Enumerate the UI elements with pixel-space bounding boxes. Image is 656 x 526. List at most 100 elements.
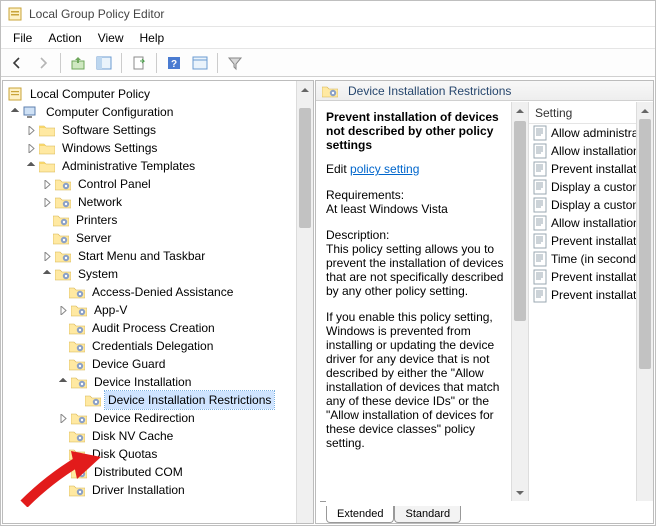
list-item[interactable]: Allow installation of: [529, 142, 636, 160]
tree-start-menu[interactable]: Start Menu and Taskbar: [5, 247, 313, 265]
tree-label: App-V: [91, 301, 130, 319]
list-item-label: Prevent installation o: [551, 234, 636, 248]
gear-folder-icon: [71, 375, 87, 389]
gear-folder-icon: [55, 249, 71, 263]
expander-open-icon[interactable]: [57, 376, 69, 388]
tree-device-install[interactable]: Device Installation: [5, 373, 313, 391]
detail-pane: Device Installation Restrictions Prevent…: [315, 80, 654, 524]
properties-button[interactable]: [188, 52, 212, 74]
tree-device-redirect[interactable]: Device Redirection: [5, 409, 313, 427]
tree-label: Control Panel: [75, 175, 154, 193]
scroll-up-icon[interactable]: [297, 81, 313, 98]
policy-item-icon: [533, 234, 547, 248]
policy-item-icon: [533, 144, 547, 158]
folder-icon: [39, 123, 55, 137]
expander-closed-icon[interactable]: [41, 196, 53, 208]
filter-button[interactable]: [223, 52, 247, 74]
tree-scrollbar[interactable]: [296, 81, 313, 523]
list-item[interactable]: Display a custom m: [529, 178, 636, 196]
policy-item-icon: [533, 252, 547, 266]
back-button[interactable]: [5, 52, 29, 74]
tree-label: Audit Process Creation: [89, 319, 218, 337]
gear-folder-icon: [71, 411, 87, 425]
expander-open-icon[interactable]: [25, 160, 37, 172]
list-item[interactable]: Display a custom m: [529, 196, 636, 214]
settings-list[interactable]: Allow administrators Allow installation o…: [529, 124, 636, 501]
tree-device-guard[interactable]: Device Guard: [5, 355, 313, 373]
policy-item-icon: [533, 216, 547, 230]
tree-label: Windows Settings: [59, 139, 160, 157]
tree-driver-install[interactable]: Driver Installation: [5, 481, 313, 499]
gear-folder-icon: [55, 267, 71, 281]
menu-action[interactable]: Action: [40, 29, 89, 47]
titlebar: Local Group Policy Editor: [1, 1, 655, 27]
tree-control-panel[interactable]: Control Panel: [5, 175, 313, 193]
scroll-thumb[interactable]: [514, 121, 526, 321]
expander-closed-icon[interactable]: [57, 412, 69, 424]
help-button[interactable]: ?: [162, 52, 186, 74]
expander-closed-icon[interactable]: [41, 250, 53, 262]
list-item[interactable]: Prevent installation o: [529, 232, 636, 250]
expander-open-icon[interactable]: [41, 268, 53, 280]
policy-item-icon: [533, 180, 547, 194]
expander-closed-icon[interactable]: [41, 178, 53, 190]
tree-root[interactable]: Local Computer Policy: [5, 85, 313, 103]
list-item[interactable]: Time (in seconds) to: [529, 250, 636, 268]
group-policy-editor-window: Local Group Policy Editor File Action Vi…: [0, 0, 656, 526]
detail-tabs: Extended Standard: [316, 501, 461, 523]
tree-network[interactable]: Network: [5, 193, 313, 211]
tree-printers[interactable]: Printers: [5, 211, 313, 229]
expander-open-icon[interactable]: [9, 106, 21, 118]
tree-windows-settings[interactable]: Windows Settings: [5, 139, 313, 157]
list-item-label: Allow administrators: [551, 126, 636, 140]
tree-disk-quotas[interactable]: Disk Quotas: [5, 445, 313, 463]
tree-device-install-restrictions[interactable]: Device Installation Restrictions: [5, 391, 313, 409]
scroll-down-icon[interactable]: [512, 484, 528, 501]
tree-dist-com[interactable]: Distributed COM: [5, 463, 313, 481]
tree-access-denied[interactable]: Access-Denied Assistance: [5, 283, 313, 301]
policy-tree[interactable]: Local Computer Policy Computer Configura…: [3, 81, 313, 523]
tree-disk-nv[interactable]: Disk NV Cache: [5, 427, 313, 445]
tree-credentials[interactable]: Credentials Delegation: [5, 337, 313, 355]
menu-help[interactable]: Help: [132, 29, 173, 47]
tab-standard[interactable]: Standard: [394, 506, 461, 523]
folder-icon: [39, 159, 55, 173]
expander-closed-icon[interactable]: [25, 124, 37, 136]
list-column-header[interactable]: Setting: [529, 102, 653, 124]
expander-closed-icon[interactable]: [25, 142, 37, 154]
computer-icon: [23, 105, 39, 119]
tree-admin-templates[interactable]: Administrative Templates: [5, 157, 313, 175]
description-scrollbar[interactable]: [511, 102, 528, 501]
list-item[interactable]: Allow installation of: [529, 214, 636, 232]
tree-system[interactable]: System: [5, 265, 313, 283]
edit-policy-link[interactable]: policy setting: [350, 162, 419, 176]
scroll-thumb[interactable]: [299, 108, 311, 228]
selected-policy-title: Prevent installation of devices not desc…: [326, 110, 508, 152]
tree-label: Printers: [73, 211, 120, 229]
list-item[interactable]: Prevent installation o: [529, 286, 636, 304]
tree-software-settings[interactable]: Software Settings: [5, 121, 313, 139]
scroll-up-icon[interactable]: [637, 102, 653, 119]
list-item[interactable]: Prevent installation o: [529, 160, 636, 178]
scroll-up-icon[interactable]: [512, 102, 528, 119]
scroll-thumb[interactable]: [639, 119, 651, 369]
expander-closed-icon[interactable]: [57, 466, 69, 478]
show-hide-tree-button[interactable]: [92, 52, 116, 74]
forward-button[interactable]: [31, 52, 55, 74]
expander-closed-icon[interactable]: [57, 304, 69, 316]
tree-audit[interactable]: Audit Process Creation: [5, 319, 313, 337]
menu-view[interactable]: View: [90, 29, 132, 47]
policy-item-icon: [533, 126, 547, 140]
list-item[interactable]: Prevent installation o: [529, 268, 636, 286]
export-button[interactable]: [127, 52, 151, 74]
tree-label: Access-Denied Assistance: [89, 283, 236, 301]
tree-computer-config[interactable]: Computer Configuration: [5, 103, 313, 121]
tab-extended[interactable]: Extended: [326, 506, 394, 523]
list-item[interactable]: Allow administrators: [529, 124, 636, 142]
list-scrollbar[interactable]: [636, 102, 653, 501]
tree-appv[interactable]: App-V: [5, 301, 313, 319]
menu-file[interactable]: File: [5, 29, 40, 47]
up-button[interactable]: [66, 52, 90, 74]
tree-server[interactable]: Server: [5, 229, 313, 247]
list-item-label: Allow installation of: [551, 216, 636, 230]
